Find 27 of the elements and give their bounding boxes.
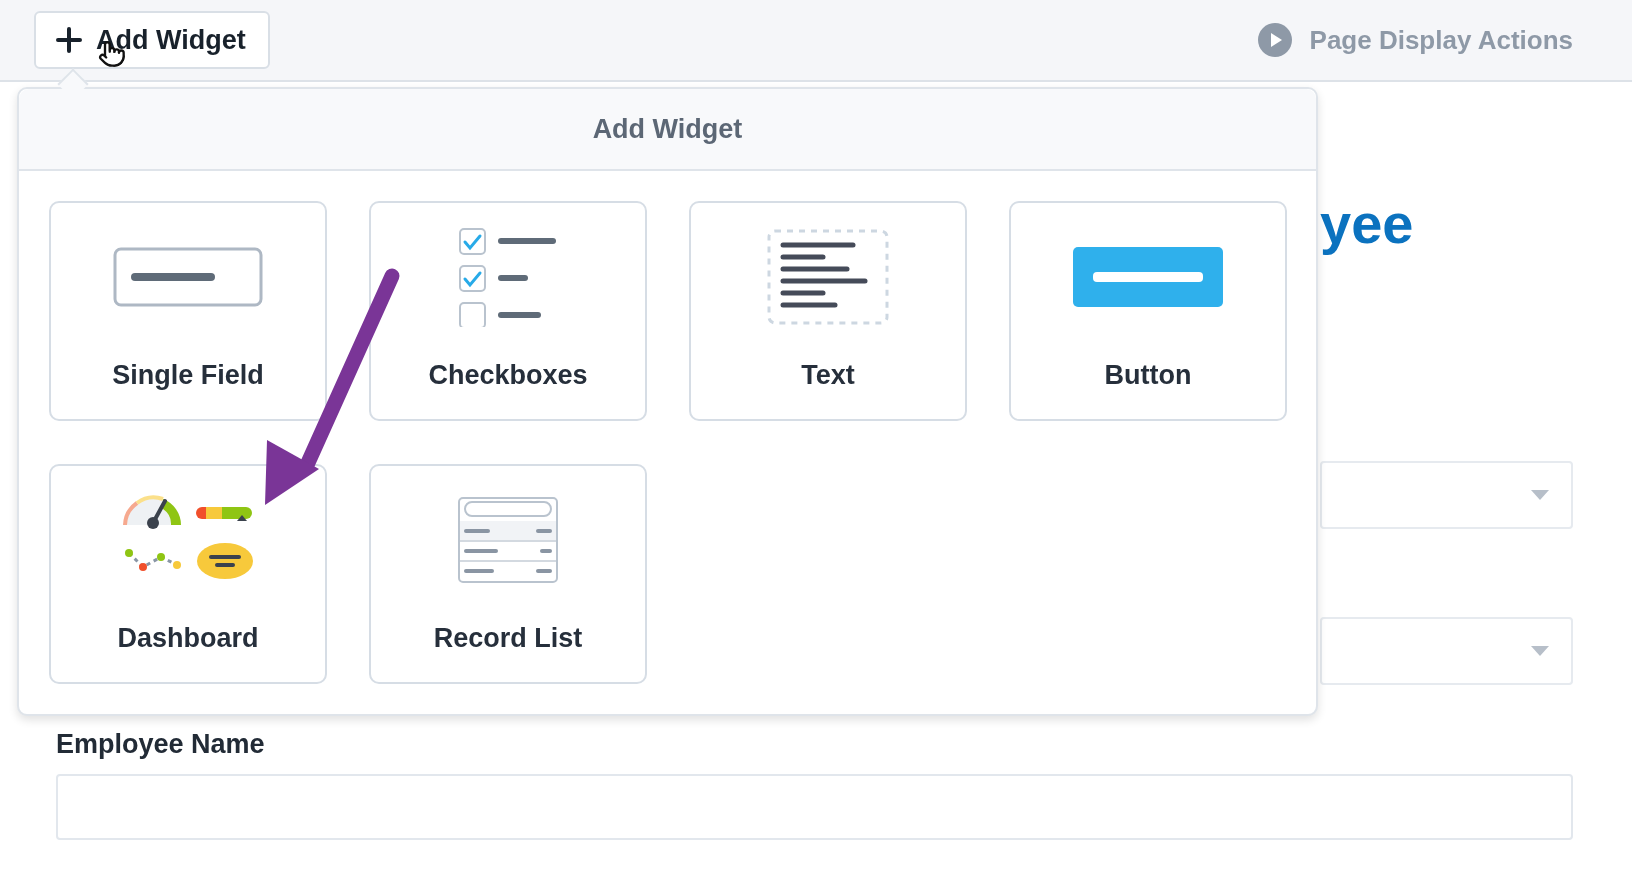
table-icon [458, 497, 558, 583]
text-lines-icon [767, 229, 889, 325]
dropdown-field[interactable] [1320, 617, 1573, 685]
widget-card[interactable]: Text [689, 201, 967, 421]
page-heading: yee [1320, 192, 1414, 256]
caret-icon [1531, 646, 1549, 656]
input-field-icon [113, 247, 263, 307]
caret-icon [1531, 490, 1549, 500]
widget-label: Button [1104, 360, 1192, 391]
button-icon [1073, 247, 1223, 307]
widget-card[interactable]: Record List [369, 464, 647, 684]
popover-title: Add Widget [592, 113, 743, 145]
widget-label: Record List [433, 623, 583, 654]
widget-card[interactable]: Single Field [49, 201, 327, 421]
widget-card[interactable]: Checkboxes [369, 201, 647, 421]
plus-icon [56, 27, 82, 53]
dropdown-field[interactable] [1320, 461, 1573, 529]
play-icon [1257, 23, 1292, 57]
checklist-icon [458, 227, 558, 327]
widget-card[interactable]: Button [1009, 201, 1287, 421]
field-label: Employee Name [56, 729, 266, 760]
widget-label: Single Field [112, 360, 264, 391]
widget-label: Text [801, 360, 855, 391]
input-field[interactable] [56, 774, 1573, 840]
widget-label: Dashboard [117, 623, 259, 654]
add-widget-button[interactable]: Add Widget [34, 11, 270, 69]
widget-label: Checkboxes [428, 360, 588, 391]
